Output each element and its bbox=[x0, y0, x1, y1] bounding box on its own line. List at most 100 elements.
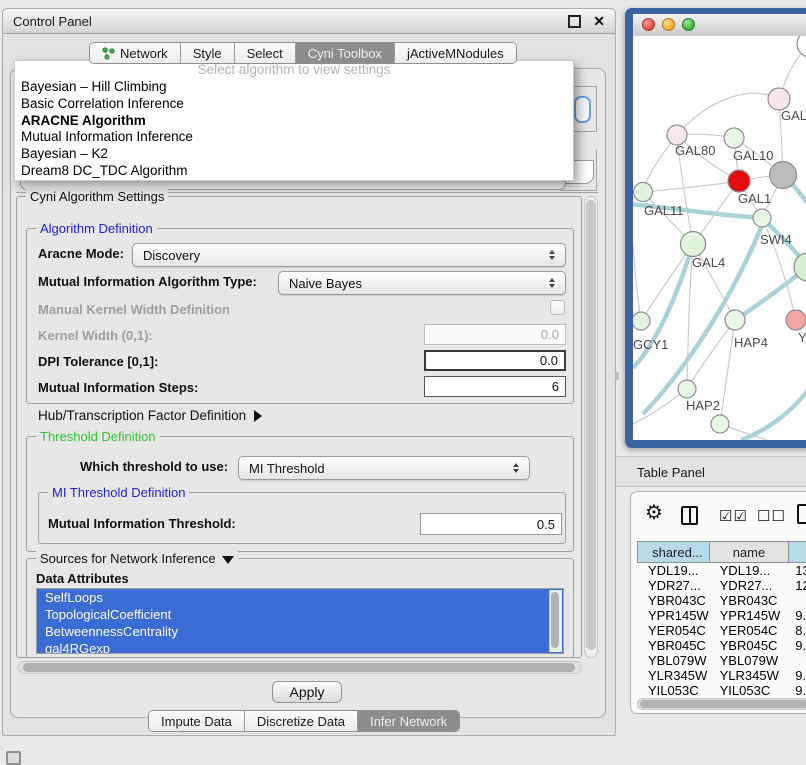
tab-infer-network[interactable]: Infer Network bbox=[358, 711, 459, 731]
network-node-label: GAL4 bbox=[692, 255, 725, 270]
tab-jactivemnodules[interactable]: jActiveMNodules bbox=[395, 43, 516, 63]
table-row[interactable]: YBL079WYBL079W bbox=[638, 653, 806, 668]
network-node[interactable] bbox=[797, 36, 806, 57]
hidden-groupbox-edge bbox=[596, 150, 597, 191]
attribute-item[interactable]: BetweennessCentrality bbox=[37, 623, 563, 640]
network-window: GALGAL80GAL10GAL1GAL11SWI4GAL4GCY1HAP4YH… bbox=[625, 8, 806, 448]
column-header[interactable]: name bbox=[710, 542, 790, 562]
table-cell: YER054C bbox=[710, 623, 790, 638]
algorithm-option[interactable]: Bayesian – Hill Climbing bbox=[15, 79, 573, 96]
tab-impute-data[interactable]: Impute Data bbox=[149, 711, 245, 731]
attributes-scrollbar[interactable] bbox=[549, 590, 562, 652]
network-node-gal80[interactable] bbox=[667, 125, 687, 145]
which-threshold-combo[interactable]: MI Threshold bbox=[238, 456, 530, 480]
tab-network[interactable]: Network bbox=[90, 43, 181, 63]
float-window-icon[interactable] bbox=[568, 15, 581, 28]
apply-button[interactable]: Apply bbox=[272, 681, 342, 703]
tab-select[interactable]: Select bbox=[235, 43, 296, 63]
table-cell bbox=[789, 593, 806, 608]
combo-arrows-icon bbox=[508, 463, 524, 473]
network-node-gal1[interactable] bbox=[728, 170, 750, 192]
algorithm-option[interactable]: ARACNE Algorithm bbox=[15, 113, 573, 130]
column-header[interactable]: shared... bbox=[638, 542, 710, 562]
mac-minimize-button[interactable] bbox=[662, 18, 675, 31]
algorithm-option[interactable]: Bayesian – K2 bbox=[15, 146, 573, 163]
gear-icon[interactable]: ⚙ bbox=[645, 503, 663, 523]
network-node[interactable] bbox=[711, 415, 729, 433]
network-node-gcy1[interactable] bbox=[633, 312, 650, 330]
node-table: shared...name YDL19...YDL19...13YDR27...… bbox=[637, 541, 806, 696]
table-row[interactable]: YDR27...YDR27...12 bbox=[638, 578, 806, 593]
network-edge[interactable] bbox=[677, 93, 779, 135]
network-node-swi4[interactable] bbox=[753, 209, 771, 227]
control-panel-tabs: NetworkStyleSelect Cyni Toolbox jActiveMNo… bbox=[89, 42, 517, 64]
attribute-item[interactable]: TopologicalCoefficient bbox=[37, 606, 563, 623]
table-row[interactable]: YDL19...YDL19...13 bbox=[638, 563, 806, 578]
table-row[interactable]: YBR045CYBR045C9. bbox=[638, 638, 806, 653]
attribute-item[interactable]: gal4RGexp bbox=[37, 640, 563, 654]
split-columns-icon[interactable] bbox=[681, 506, 698, 525]
network-node-label: GCY1 bbox=[633, 337, 668, 352]
expand-right-icon[interactable] bbox=[254, 410, 262, 422]
network-canvas[interactable]: GALGAL80GAL10GAL1GAL11SWI4GAL4GCY1HAP4YH… bbox=[633, 36, 806, 440]
manual-kernel-checkbox[interactable] bbox=[550, 300, 565, 315]
tab-label: Discretize Data bbox=[257, 714, 345, 729]
attribute-item[interactable]: SelfLoops bbox=[37, 589, 563, 606]
table-cell: 12 bbox=[789, 578, 806, 593]
hidden-combo-button[interactable] bbox=[574, 96, 591, 123]
network-node-hap2[interactable] bbox=[678, 380, 696, 398]
data-attributes-list[interactable]: SelfLoopsTopologicalCoefficientBetweenne… bbox=[36, 588, 564, 654]
minimized-panel-icon[interactable] bbox=[6, 751, 21, 765]
network-node-gal[interactable] bbox=[768, 88, 790, 110]
mi-type-combo[interactable]: Naive Bayes bbox=[278, 271, 566, 295]
network-node-y[interactable] bbox=[786, 310, 806, 330]
table-cell: YIL053C bbox=[710, 683, 790, 696]
network-node-gal4[interactable] bbox=[681, 232, 706, 257]
collapse-down-icon[interactable] bbox=[222, 556, 234, 564]
algorithm-option[interactable]: Mutual Information Inference bbox=[15, 129, 573, 146]
settings-horizontal-scrollbar[interactable] bbox=[18, 661, 582, 674]
network-node-hap4[interactable] bbox=[725, 310, 745, 330]
sources-group-title[interactable]: Sources for Network Inference bbox=[36, 551, 238, 566]
table-row[interactable]: YBR043CYBR043C bbox=[638, 593, 806, 608]
tab-discretize-data[interactable]: Discretize Data bbox=[245, 711, 358, 731]
file-icon[interactable] bbox=[797, 504, 806, 524]
settings-vertical-scrollbar[interactable] bbox=[584, 196, 598, 658]
table-horizontal-scrollbar[interactable] bbox=[637, 698, 806, 710]
aracne-mode-combo[interactable]: Discovery bbox=[132, 243, 566, 267]
network-window-titlebar[interactable] bbox=[633, 14, 806, 37]
panel-splitter[interactable] bbox=[615, 372, 619, 380]
table-row[interactable]: YLR345WYLR345W9. bbox=[638, 668, 806, 683]
tab-cyni-toolbox[interactable]: Cyni Toolbox bbox=[296, 43, 395, 63]
network-edge[interactable] bbox=[633, 246, 641, 321]
table-row[interactable]: YER054CYER054C8. bbox=[638, 623, 806, 638]
table-row[interactable]: YIL053CYIL053C9. bbox=[638, 683, 806, 696]
network-node-gal10[interactable] bbox=[724, 128, 744, 148]
sources-title-label: Sources for Network Inference bbox=[40, 551, 216, 566]
column-header[interactable] bbox=[789, 542, 806, 562]
dpi-tolerance-field[interactable]: 0.0 bbox=[424, 350, 566, 371]
table-row[interactable]: YPR145WYPR145W9. bbox=[638, 608, 806, 623]
network-edge[interactable] bbox=[643, 181, 739, 192]
network-node-gal11[interactable] bbox=[634, 183, 653, 202]
tab-label: Cyni Toolbox bbox=[308, 46, 382, 61]
hub-factor-section[interactable]: Hub/Transcription Factor Definition bbox=[38, 408, 262, 423]
algorithm-option[interactable]: Basic Correlation Inference bbox=[15, 96, 573, 113]
table-header-row: shared...name bbox=[637, 541, 806, 563]
kernel-width-field[interactable]: 0.0 bbox=[424, 324, 566, 345]
select-all-icon[interactable]: ☑☑ bbox=[719, 507, 748, 525]
manual-kernel-label: Manual Kernel Width Definition bbox=[38, 302, 230, 317]
mi-threshold-field[interactable]: 0.5 bbox=[420, 513, 562, 535]
tab-style[interactable]: Style bbox=[181, 43, 235, 63]
network-edge[interactable] bbox=[687, 320, 735, 389]
mac-zoom-button[interactable] bbox=[682, 18, 695, 31]
close-icon[interactable]: ✕ bbox=[593, 14, 605, 28]
network-edge[interactable] bbox=[720, 320, 735, 424]
network-node[interactable] bbox=[770, 162, 797, 189]
network-edge-highlight[interactable] bbox=[741, 384, 806, 440]
mac-close-button[interactable] bbox=[642, 18, 655, 31]
mi-steps-field[interactable]: 6 bbox=[424, 376, 566, 397]
deselect-all-icon[interactable]: ☐☐ bbox=[757, 507, 786, 525]
table-cell: YBL079W bbox=[638, 653, 710, 668]
algorithm-option[interactable]: Dream8 DC_TDC Algorithm bbox=[15, 163, 573, 180]
